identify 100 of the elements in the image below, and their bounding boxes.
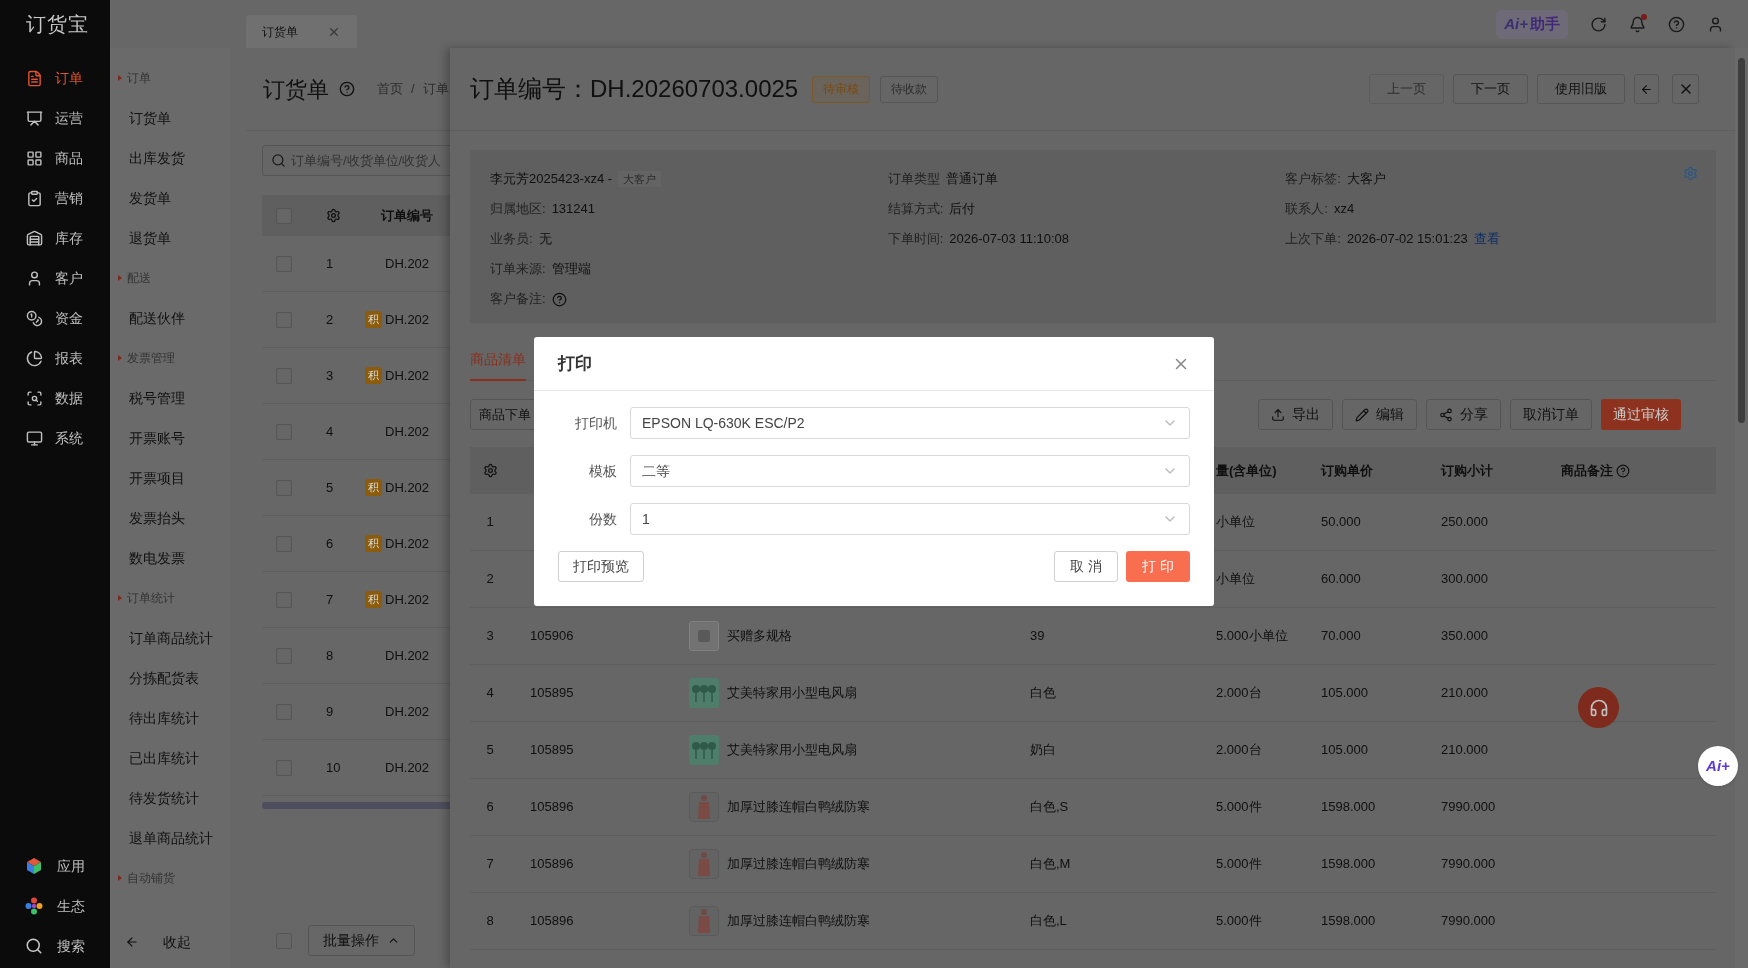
- sidebar-item[interactable]: 资金: [0, 298, 110, 338]
- row-number: 2: [326, 310, 335, 329]
- submenu-item[interactable]: 开票项目: [110, 458, 230, 498]
- search-icon: [25, 937, 43, 955]
- sidebar-item[interactable]: 系统: [0, 418, 110, 458]
- batch-action-button[interactable]: 批量操作: [308, 925, 415, 956]
- order-number: DH.202: [385, 366, 430, 385]
- toolbar-button[interactable]: 分享: [1426, 399, 1501, 430]
- info-label: 结算方式:: [887, 200, 944, 219]
- breadcrumb-separator: /: [411, 80, 415, 99]
- column-header: 量(含单位): [1216, 461, 1278, 480]
- preview-button[interactable]: 打印预览: [558, 551, 644, 582]
- flower-icon: [25, 897, 43, 915]
- page-tab[interactable]: 订货单: [246, 15, 357, 48]
- submenu-item[interactable]: 开票账号: [110, 418, 230, 458]
- unit-price: 1598.000: [1321, 799, 1376, 815]
- sidebar-item[interactable]: 报表: [0, 338, 110, 378]
- user-icon[interactable]: [1707, 15, 1724, 33]
- toolbar-button[interactable]: 导出: [1258, 399, 1333, 430]
- sidebar-item[interactable]: 应用: [0, 846, 110, 886]
- search-icon: [271, 153, 286, 168]
- submenu-item[interactable]: 退单商品统计: [110, 818, 230, 858]
- upload-icon: [1271, 407, 1285, 422]
- toolbar-button[interactable]: 通过审核: [1601, 399, 1681, 430]
- submenu-item[interactable]: 税号管理: [110, 378, 230, 418]
- submenu-item[interactable]: 订单商品统计: [110, 618, 230, 658]
- pie-chart-icon: [26, 349, 43, 367]
- customer-name: 李元芳2025423-xz4 -: [490, 170, 613, 189]
- sidebar-item[interactable]: 客户: [0, 258, 110, 298]
- coins-icon: [26, 309, 43, 327]
- select-field[interactable]: 二等: [630, 455, 1190, 487]
- toolbar-button[interactable]: 取消订单: [1510, 399, 1592, 430]
- cancel-button[interactable]: 取 消: [1054, 551, 1118, 582]
- sidebar-item[interactable]: 库存: [0, 218, 110, 258]
- select-field[interactable]: EPSON LQ-630K ESC/P2: [630, 407, 1190, 439]
- unit-price: 60.000: [1321, 571, 1361, 587]
- settings-icon[interactable]: [482, 463, 498, 478]
- info-value: 大客户: [1346, 170, 1386, 189]
- submenu-item[interactable]: 数电发票: [110, 538, 230, 578]
- close-button[interactable]: [1672, 74, 1699, 104]
- order-number: DH.202: [385, 310, 430, 329]
- submenu-item[interactable]: 发货单: [110, 178, 230, 218]
- sidebar-item[interactable]: 生态: [0, 886, 110, 926]
- view-link[interactable]: 查看: [1473, 229, 1500, 249]
- submenu-item[interactable]: 分拣配货表: [110, 658, 230, 698]
- unit-price: 105.000: [1321, 742, 1368, 758]
- refresh-icon[interactable]: [1590, 15, 1607, 33]
- bell-icon[interactable]: [1629, 15, 1646, 33]
- nav-button[interactable]: 使用旧版: [1537, 74, 1625, 104]
- warehouse-icon: [26, 229, 43, 247]
- clipboard-check-icon: [26, 189, 43, 207]
- sidebar-item[interactable]: 商品: [0, 138, 110, 178]
- sidebar-item[interactable]: 营销: [0, 178, 110, 218]
- sidebar-item[interactable]: 搜索: [0, 926, 110, 966]
- submenu-item[interactable]: 出库发货: [110, 138, 230, 178]
- product-name: 加厚过膝连帽白鸭绒防寒: [727, 912, 870, 931]
- product-name: 加厚过膝连帽白鸭绒防寒: [727, 855, 870, 874]
- submenu-item[interactable]: 发票抬头: [110, 498, 230, 538]
- collapse-button[interactable]: 收起: [110, 926, 230, 958]
- triangle-icon: [118, 355, 122, 361]
- unit-price: 105.000: [1321, 685, 1368, 701]
- status-tag: 待审核: [812, 75, 871, 103]
- product-spec: 白色,M: [1029, 856, 1071, 872]
- row-number: 1: [326, 254, 335, 273]
- settings-icon[interactable]: [326, 208, 341, 223]
- subtotal: 350.000: [1441, 628, 1488, 644]
- submenu-item[interactable]: 订货单: [110, 98, 230, 138]
- info-value: 普通订单: [945, 170, 998, 189]
- submenu-item[interactable]: 退货单: [110, 218, 230, 258]
- field-label: 打印机: [574, 413, 617, 433]
- dialog-title: 打印: [558, 352, 592, 375]
- subtotal: 7990.000: [1441, 856, 1496, 872]
- assistant-button[interactable]: Ai+助手: [1496, 9, 1568, 39]
- help-icon[interactable]: [1668, 15, 1685, 33]
- select-field[interactable]: 1: [630, 503, 1190, 535]
- sidebar-item[interactable]: 数据: [0, 378, 110, 418]
- page-title: 订货单: [263, 75, 329, 104]
- info-value: 2026-07-02 15:01:23: [1346, 230, 1468, 249]
- user-icon: [26, 269, 43, 287]
- chart-board-icon: [26, 109, 43, 127]
- unit-price: 70.000: [1321, 628, 1361, 644]
- toolbar-button[interactable]: 编辑: [1342, 399, 1417, 430]
- sidebar-item[interactable]: 订单: [0, 58, 110, 98]
- sidebar-item[interactable]: 运营: [0, 98, 110, 138]
- row-number: 6: [485, 798, 495, 817]
- submenu-item[interactable]: 配送伙伴: [110, 298, 230, 338]
- help-icon[interactable]: [339, 81, 355, 97]
- collapse-button[interactable]: [1634, 74, 1659, 104]
- document-icon: [26, 69, 43, 87]
- help-icon[interactable]: [551, 291, 567, 307]
- product-code: 105895: [529, 742, 574, 758]
- submenu-item[interactable]: 待出库统计: [110, 698, 230, 738]
- row-number: 10: [326, 758, 342, 777]
- subtotal: 210.000: [1441, 685, 1488, 701]
- submenu-item[interactable]: 已出库统计: [110, 738, 230, 778]
- column-header: 订单编号: [381, 206, 433, 225]
- submenu-item[interactable]: 待发货统计: [110, 778, 230, 818]
- print-button[interactable]: 打 印: [1126, 551, 1190, 582]
- help-icon[interactable]: [1616, 463, 1630, 478]
- product-code: 105896: [529, 856, 574, 872]
